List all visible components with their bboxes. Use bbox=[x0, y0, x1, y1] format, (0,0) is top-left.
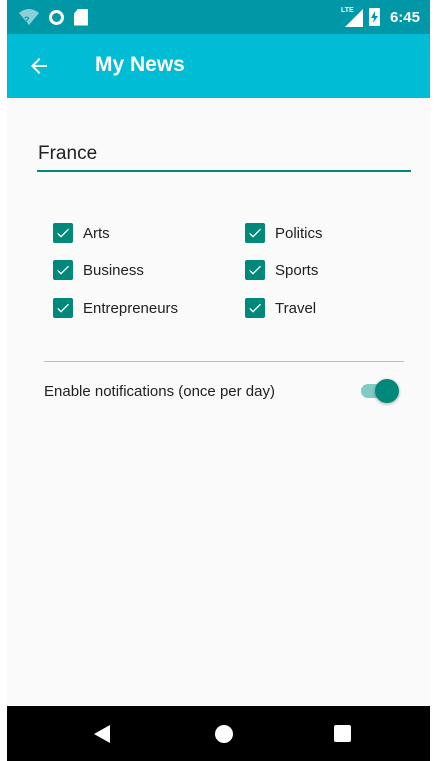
phone-screen: ? LTE 6:45 My News France Arts Business … bbox=[7, 0, 430, 761]
divider bbox=[44, 361, 404, 362]
checkbox-checked-icon bbox=[245, 223, 265, 243]
status-bar: ? LTE 6:45 bbox=[7, 0, 430, 34]
checkbox-checked-icon bbox=[245, 298, 265, 318]
checkbox-label: Sports bbox=[275, 261, 319, 279]
toggle-thumb bbox=[375, 379, 399, 403]
checkbox-entrepreneurs[interactable]: Entrepreneurs bbox=[53, 298, 178, 318]
notifications-toggle[interactable] bbox=[359, 376, 403, 406]
nav-recents-icon[interactable] bbox=[334, 725, 351, 742]
checkbox-politics[interactable]: Politics bbox=[245, 223, 323, 243]
nav-back-icon[interactable] bbox=[94, 725, 110, 743]
checkbox-label: Arts bbox=[83, 224, 110, 242]
checkbox-label: Travel bbox=[275, 299, 317, 317]
back-arrow-icon[interactable] bbox=[27, 54, 51, 78]
app-bar: My News bbox=[7, 34, 430, 98]
country-input[interactable] bbox=[37, 138, 411, 172]
checkbox-checked-icon bbox=[53, 223, 73, 243]
page-title: My News bbox=[95, 53, 185, 76]
status-time: 6:45 bbox=[389, 8, 420, 26]
checkbox-business[interactable]: Business bbox=[53, 260, 144, 280]
checkbox-label: Business bbox=[83, 261, 144, 279]
checkbox-checked-icon bbox=[53, 298, 73, 318]
checkbox-checked-icon bbox=[245, 260, 265, 280]
battery-charging-icon bbox=[368, 8, 380, 26]
checkbox-label: Politics bbox=[275, 224, 323, 242]
notification-circle-icon bbox=[49, 9, 64, 25]
sd-card-icon bbox=[74, 8, 88, 26]
notifications-label: Enable notifications (once per day) bbox=[44, 383, 275, 400]
system-navigation-bar bbox=[7, 706, 430, 761]
wifi-icon: ? bbox=[19, 9, 39, 25]
checkbox-arts[interactable]: Arts bbox=[53, 223, 110, 243]
checkbox-label: Entrepreneurs bbox=[83, 299, 179, 317]
signal-icon: LTE bbox=[341, 7, 363, 27]
svg-text:?: ? bbox=[24, 15, 30, 25]
checkbox-sports[interactable]: Sports bbox=[245, 260, 318, 280]
nav-home-icon[interactable] bbox=[215, 725, 233, 743]
checkbox-checked-icon bbox=[53, 260, 73, 280]
checkbox-travel[interactable]: Travel bbox=[245, 298, 316, 318]
